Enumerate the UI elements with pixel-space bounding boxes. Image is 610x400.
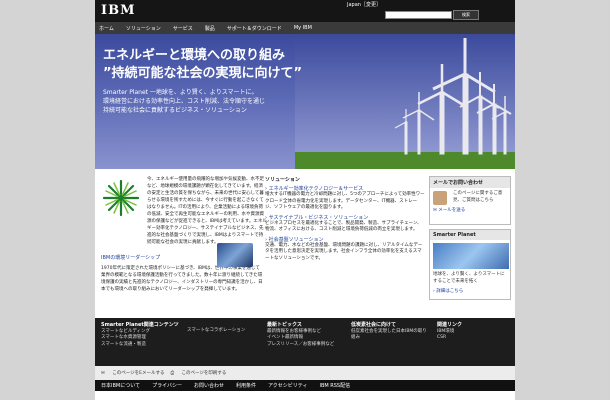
nav-item-services[interactable]: サービス	[169, 25, 201, 32]
send-email-label: メールを送る	[438, 208, 466, 213]
nav-item-products[interactable]: 製品	[201, 25, 223, 32]
footer-column: 低炭素社会に向けて 低炭素社会を実現した日本IBMの取り組み	[351, 322, 427, 342]
hero-title: エネルギーと環境への取り組み	[103, 48, 286, 63]
footer-link[interactable]: スマートな流通・製造	[101, 342, 181, 349]
leadership-text: 1970年代に策定された環境ポリシーに基づき、IBMは、世界中の事業を通じて業界…	[101, 266, 263, 292]
smarter-planet-burst-icon	[102, 179, 140, 217]
smarter-planet-image[interactable]	[433, 243, 509, 269]
print-page-label: このページを印刷する	[181, 371, 227, 376]
footer-link[interactable]: CSR	[437, 335, 507, 342]
solution-link[interactable]: › サステイナブル・ビジネス・ソリューション	[265, 214, 425, 221]
solutions-title: ソリューション	[265, 177, 300, 183]
hero-description: Smarter Planet 一地球を、より賢く、よりスマートに。 環境経営にお…	[103, 88, 313, 115]
solutions-column: ソリューション › エネルギー効率化テクノロジー＆サービス 増大するIT機器の電…	[265, 176, 425, 262]
contact-box-text: このページに関するご意見、ご質問はこちら	[453, 191, 503, 203]
hero-line: Smarter Planet 一地球を、より賢く、よりスマートに。	[103, 89, 258, 96]
search-button[interactable]: 検索	[453, 10, 479, 20]
footer-link[interactable]: プレスリリース／お客様事例など	[267, 342, 347, 349]
nav-item-support[interactable]: サポート＆ダウンロード	[223, 25, 290, 32]
environment-leadership-link[interactable]: IBMの環境リーダーシップ	[101, 254, 160, 261]
search-input[interactable]	[385, 11, 452, 19]
footer-link[interactable]: スマートなコラボレーション	[187, 328, 257, 335]
hero-subtitle: ”持続可能な社会の実現に向けて”	[103, 66, 303, 81]
solution-link-label: 社会基盤ソリューション	[268, 236, 324, 243]
solution-text: ビジネスプロセスを最適化することで、製品開発、製造、サプライチェーン、物流、オフ…	[265, 220, 422, 233]
nav-item-home[interactable]: ホーム	[95, 25, 122, 32]
ibm-logo[interactable]: IBM	[101, 3, 135, 18]
footer-links: Smarter Planet関連コンテンツ スマートなビルディング スマートな水…	[95, 318, 515, 366]
main-nav: ホーム ソリューション サービス 製品 サポート＆ダウンロード My IBM	[95, 22, 515, 34]
footer-rss-link[interactable]: IBM RSS配信	[313, 382, 356, 389]
footer-link[interactable]: 低炭素社会を実現した日本IBMの取り組み	[351, 329, 427, 342]
solution-link-label: サステイナブル・ビジネス・ソリューション	[268, 214, 369, 221]
nav-item-myibm[interactable]: My IBM	[290, 25, 320, 31]
footer-column: スマートなコラボレーション	[187, 328, 257, 335]
footer-column-title: Smarter Planet関連コンテンツ	[101, 322, 179, 328]
wind-turbines-image	[295, 34, 515, 169]
footer-accessibility-link[interactable]: アクセシビリティ	[262, 382, 313, 389]
solution-text: 増大するIT機器の電力と冷却問題に対し、5つのアプローチによって効率性ワークロー…	[265, 192, 425, 210]
contact-box-body: このページに関するご意見、ご質問はこちら ✉ メールを送る	[430, 188, 510, 224]
footer-privacy-link[interactable]: プライバシー	[146, 382, 188, 389]
footer-terms-link[interactable]: 利用条件	[230, 382, 262, 389]
smarter-planet-body: 地球を、より賢く、よりスマートにすることで未来を拓く › 詳細はこちら	[430, 240, 510, 299]
hero-banner: エネルギーと環境への取り組み ”持続可能な社会の実現に向けて” Smarter …	[95, 34, 515, 169]
print-page-link[interactable]: ⎙ このページを印刷する	[170, 370, 226, 376]
legal-bar: 日本IBMについて プライバシー お問い合わせ 利用条件 アクセシビリティ IB…	[95, 380, 515, 391]
contact-box-title: メールでお問い合わせ	[430, 177, 510, 188]
solution-link[interactable]: › エネルギー効率化テクノロジー＆サービス	[265, 185, 425, 192]
main-content: 今、エネルギー使用量の飛躍的な増加や気候変動、水不足など、地球規模の環境課題が顕…	[95, 170, 515, 318]
country-selector[interactable]: Japan［変更］	[347, 1, 381, 8]
footer-contact-link[interactable]: お問い合わせ	[188, 382, 230, 389]
send-email-link[interactable]: ✉ メールを送る	[433, 208, 507, 215]
right-sidebar: メールでお問い合わせ このページに関するご意見、ご質問はこちら ✉ メールを送る…	[429, 176, 511, 304]
solution-link[interactable]: › 社会基盤ソリューション	[265, 236, 425, 243]
email-page-label: このページをEメールする	[112, 371, 165, 376]
footer-column: 関連リンク IBM環境 CSR	[437, 322, 507, 342]
masthead: IBM Japan［変更］ 検索	[95, 0, 515, 22]
page: IBM Japan［変更］ 検索 ホーム ソリューション サービス 製品 サポー…	[95, 0, 515, 400]
smarter-planet-text: 地球を、より賢く、よりスマートにすることで未来を拓く	[433, 272, 505, 284]
hero-line: 持続可能な社会に貢献するビジネス・ソリューション	[103, 107, 247, 114]
contact-person-photo	[433, 191, 447, 205]
footer-about-link[interactable]: 日本IBMについて	[95, 382, 146, 389]
footer-column: Smarter Planet関連コンテンツ スマートなビルディング スマートな水…	[101, 322, 181, 348]
intro-text: 今、エネルギー使用量の飛躍的な増加や気候変動、水不足など、地球規模の環境課題が顕…	[147, 177, 267, 245]
solution-text: 交通、電力、水などの社会基盤、環境問題の課題に対し、リアルタイムなデータを活用し…	[265, 242, 423, 261]
contact-box: メールでお問い合わせ このページに関するご意見、ご質問はこちら ✉ メールを送る	[429, 176, 511, 225]
hero-line: 環境経営における効率性向上、コスト削減、法令順守を通じ	[103, 98, 266, 105]
details-link-label: 詳細はこちら	[436, 289, 464, 294]
details-link[interactable]: › 詳細はこちら	[433, 289, 507, 296]
page-utilities: ✉ このページをEメールする ⎙ このページを印刷する	[95, 366, 515, 380]
earth-image	[217, 243, 253, 267]
nav-item-solutions[interactable]: ソリューション	[122, 25, 169, 32]
footer-column: 最新トピックス 最新情報をお客様事例など イベント最新情報 プレスリリース／お客…	[267, 322, 347, 348]
smarter-planet-box: Smarter Planet 地球を、より賢く、よりスマートにすることで未来を拓…	[429, 229, 511, 300]
email-page-link[interactable]: ✉ このページをEメールする	[101, 370, 164, 376]
smarter-planet-title: Smarter Planet	[430, 230, 510, 240]
